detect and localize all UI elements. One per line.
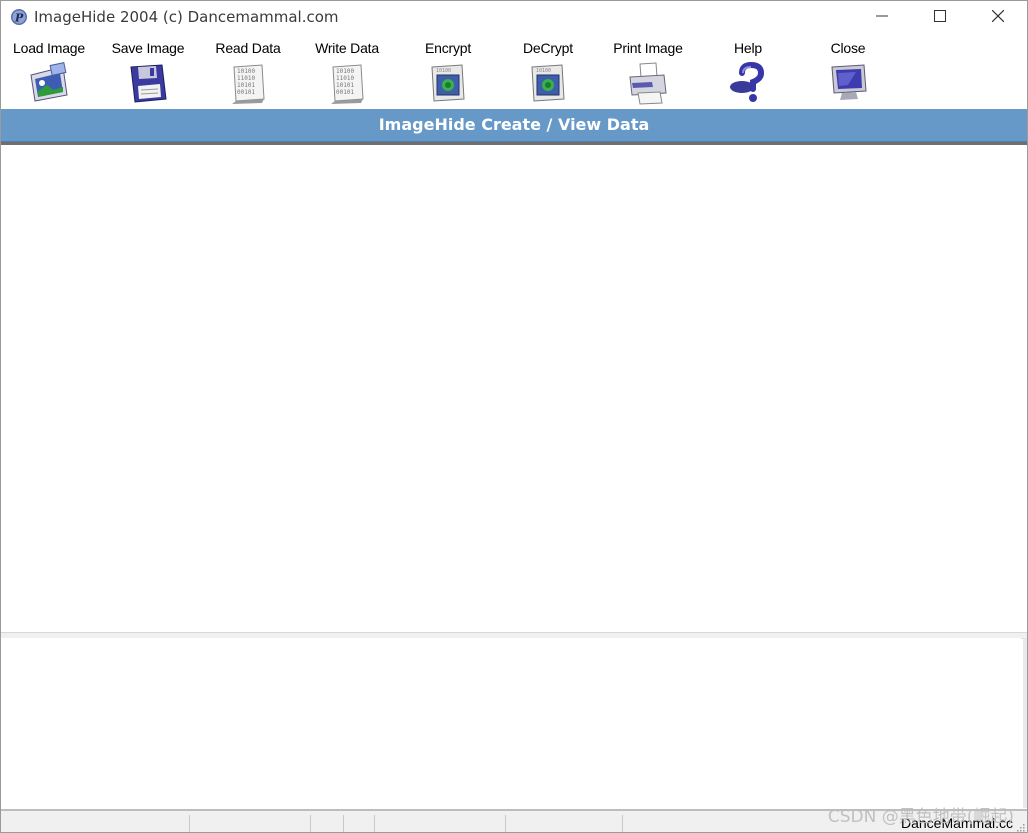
svg-text:10100: 10100 (237, 68, 255, 75)
print-image-button[interactable]: Print Image (600, 35, 696, 107)
printer-icon (629, 62, 667, 105)
window-controls (853, 1, 1027, 33)
app-window: P ImageHide 2004 (c) Dancemammal.com Loa… (0, 0, 1028, 833)
svg-text:11010: 11010 (336, 75, 354, 82)
svg-text:10100: 10100 (336, 68, 354, 75)
status-segment (506, 815, 623, 832)
svg-text:00101: 00101 (237, 89, 255, 96)
toolbar: Load Image Save Image Read Data 10100 11… (1, 35, 1027, 108)
svg-text:10100: 10100 (436, 68, 451, 74)
svg-text:11010: 11010 (237, 75, 255, 82)
status-segment (190, 815, 311, 832)
print-image-label: Print Image (613, 40, 683, 56)
binary-document-icon: 1010011010 1010100101 (232, 64, 265, 104)
svg-text:10101: 10101 (237, 82, 255, 89)
status-segment (311, 815, 344, 832)
close-icon (992, 10, 1004, 22)
app-icon: P (11, 9, 27, 25)
title-bar[interactable]: P ImageHide 2004 (c) Dancemammal.com (1, 1, 1027, 33)
minimize-button[interactable] (853, 1, 911, 31)
binary-document-icon: 1010011010 1010100101 (331, 64, 364, 104)
monitor-icon (831, 64, 867, 100)
load-image-button[interactable]: Load Image (1, 35, 97, 107)
decrypt-icon: 10100 (531, 64, 565, 102)
maximize-button[interactable] (911, 1, 969, 31)
window-title: ImageHide 2004 (c) Dancemammal.com (34, 8, 339, 26)
read-data-label: Read Data (215, 40, 281, 56)
close-app-button[interactable]: Close (800, 35, 896, 107)
svg-text:00101: 00101 (336, 89, 354, 96)
svg-text:10101: 10101 (336, 82, 354, 89)
save-image-button[interactable]: Save Image (100, 35, 196, 107)
read-data-button[interactable]: Read Data 10100 11010 10101 00101 (200, 35, 296, 107)
decrypt-button[interactable]: DeCrypt 10100 (500, 35, 596, 107)
load-image-icon (30, 62, 68, 102)
floppy-disk-icon (130, 64, 167, 103)
data-text-area[interactable] (1, 638, 1021, 808)
question-mark-icon (730, 61, 765, 102)
status-segment (375, 815, 506, 832)
help-label: Help (734, 40, 762, 56)
encrypt-icon: 10100 (431, 64, 465, 102)
section-header: ImageHide Create / View Data (1, 109, 1027, 142)
save-image-label: Save Image (111, 40, 185, 56)
image-view-area[interactable] (1, 145, 1027, 632)
maximize-icon (934, 10, 946, 22)
help-button[interactable]: Help (700, 35, 796, 107)
watermark-text: CSDN @黑色地带(崛起) (827, 807, 1014, 827)
write-data-button[interactable]: Write Data 10100 11010 10101 00101 (299, 35, 395, 107)
close-label: Close (830, 40, 866, 56)
close-button[interactable] (969, 1, 1027, 31)
status-segment (344, 815, 375, 832)
status-segment (1, 815, 190, 832)
write-data-label: Write Data (315, 40, 379, 56)
svg-text:10100: 10100 (536, 68, 551, 74)
load-image-label: Load Image (13, 40, 85, 56)
resize-grip-icon[interactable] (1015, 822, 1025, 832)
decrypt-label: DeCrypt (523, 40, 573, 56)
text-area-scrollbar[interactable] (1023, 638, 1027, 808)
svg-text:P: P (14, 12, 24, 25)
minimize-icon (876, 15, 888, 17)
encrypt-button[interactable]: Encrypt 10100 (400, 35, 496, 107)
encrypt-label: Encrypt (424, 40, 472, 56)
